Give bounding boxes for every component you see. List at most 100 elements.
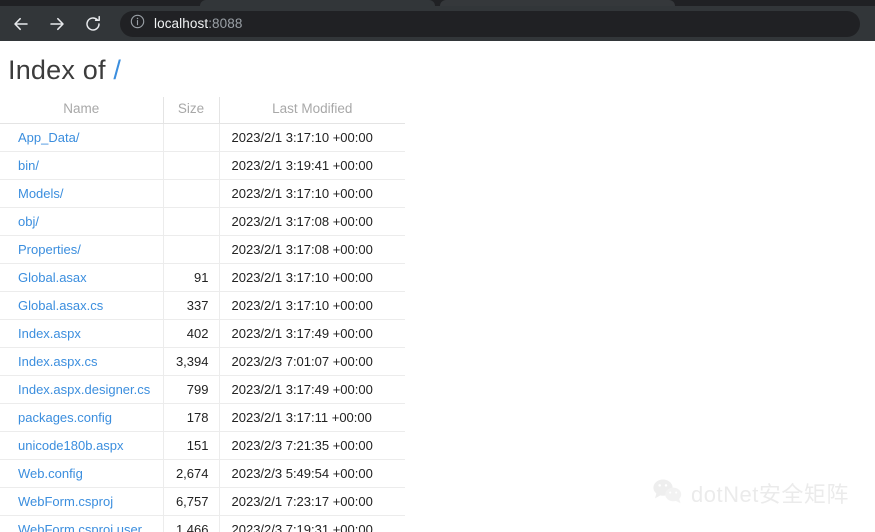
cell-last-modified: 2023/2/1 3:17:08 +00:00 [219, 235, 405, 264]
directory-listing-body: App_Data/2023/2/1 3:17:10 +00:00 bin/2023… [0, 123, 405, 532]
address-bar-text: localhost:8088 [154, 16, 242, 31]
cell-name: WebForm.csproj.user [0, 515, 164, 532]
root-directory-link[interactable]: / [113, 55, 121, 85]
cell-name: Global.asax.cs [0, 291, 164, 320]
file-link[interactable]: Properties/ [18, 242, 81, 257]
file-link[interactable]: WebForm.csproj [18, 494, 113, 509]
cell-last-modified: 2023/2/1 3:17:08 +00:00 [219, 207, 405, 236]
cell-size: 151 [163, 431, 220, 460]
cell-last-modified: 2023/2/1 3:17:10 +00:00 [219, 291, 405, 320]
cell-last-modified: 2023/2/3 7:01:07 +00:00 [219, 347, 405, 376]
cell-name: unicode180b.aspx [0, 431, 164, 460]
cell-size: 6,757 [163, 487, 220, 516]
file-link[interactable]: Web.config [18, 466, 83, 481]
page-title-prefix: Index of [8, 55, 114, 85]
table-header-row: Name Size Last Modified [0, 97, 405, 124]
reload-button[interactable] [78, 9, 108, 39]
table-row: Global.asax.cs 337 2023/2/1 3:17:10 +00:00 [0, 291, 405, 320]
forward-arrow-icon [48, 15, 66, 33]
cell-size: 2,674 [163, 459, 220, 488]
cell-name: Models/ [0, 179, 164, 208]
table-row: Web.config 2,674 2023/2/3 5:49:54 +00:00 [0, 459, 405, 488]
cell-last-modified: 2023/2/3 5:49:54 +00:00 [219, 459, 405, 488]
reload-icon [84, 15, 102, 33]
file-link[interactable]: packages.config [18, 410, 112, 425]
file-link[interactable]: unicode180b.aspx [18, 438, 124, 453]
cell-name: Index.aspx.cs [0, 347, 164, 376]
cell-size: 178 [163, 403, 220, 432]
file-link[interactable]: Global.asax [18, 270, 87, 285]
file-link[interactable]: App_Data/ [18, 130, 79, 145]
cell-name: obj/ [0, 207, 164, 236]
cell-last-modified: 2023/2/1 3:19:41 +00:00 [219, 151, 405, 180]
url-port: :8088 [208, 16, 243, 31]
address-bar[interactable]: localhost:8088 [120, 10, 860, 37]
cell-size: 337 [163, 291, 220, 320]
cell-name: Index.aspx [0, 319, 164, 348]
file-link[interactable]: bin/ [18, 158, 39, 173]
cell-name: Web.config [0, 459, 164, 488]
cell-size: 1,466 [163, 515, 220, 532]
cell-last-modified: 2023/2/1 3:17:10 +00:00 [219, 263, 405, 292]
table-row: bin/2023/2/1 3:19:41 +00:00 [0, 151, 405, 180]
cell-size [163, 123, 220, 152]
cell-size: 799 [163, 375, 220, 404]
cell-size [163, 207, 220, 236]
cell-last-modified: 2023/2/1 3:17:49 +00:00 [219, 375, 405, 404]
table-row: Models/2023/2/1 3:17:10 +00:00 [0, 179, 405, 208]
info-circle-icon[interactable] [130, 14, 145, 34]
cell-size: 91 [163, 263, 220, 292]
cell-size [163, 179, 220, 208]
cell-last-modified: 2023/2/1 7:23:17 +00:00 [219, 487, 405, 516]
table-row: WebForm.csproj 6,757 2023/2/1 7:23:17 +00:… [0, 487, 405, 516]
table-row: WebForm.csproj.user 1,466 2023/2/3 7:19:31… [0, 515, 405, 532]
watermark: dotNet安全矩阵 [652, 477, 849, 509]
back-arrow-icon [12, 15, 30, 33]
column-header-name[interactable]: Name [0, 97, 164, 124]
file-link[interactable]: obj/ [18, 214, 39, 229]
back-button[interactable] [6, 9, 36, 39]
page-title: Index of / [8, 55, 875, 86]
cell-last-modified: 2023/2/1 3:17:11 +00:00 [219, 403, 405, 432]
cell-last-modified: 2023/2/3 7:19:31 +00:00 [219, 515, 405, 532]
column-header-last-modified[interactable]: Last Modified [219, 97, 405, 124]
directory-listing-table: Name Size Last Modified App_Data/2023/2/… [0, 97, 405, 532]
file-link[interactable]: WebForm.csproj.user [18, 522, 142, 532]
cell-size [163, 151, 220, 180]
file-link[interactable]: Global.asax.cs [18, 298, 103, 313]
cell-name: bin/ [0, 151, 164, 180]
browser-toolbar: localhost:8088 [0, 6, 875, 41]
file-link[interactable]: Index.aspx [18, 326, 81, 341]
cell-last-modified: 2023/2/1 3:17:10 +00:00 [219, 123, 405, 152]
column-header-size[interactable]: Size [163, 97, 220, 124]
cell-last-modified: 2023/2/3 7:21:35 +00:00 [219, 431, 405, 460]
forward-button[interactable] [42, 9, 72, 39]
cell-name: Index.aspx.designer.cs [0, 375, 164, 404]
cell-size: 3,394 [163, 347, 220, 376]
cell-size: 402 [163, 319, 220, 348]
table-row: Index.aspx.cs 3,394 2023/2/3 7:01:07 +00:0… [0, 347, 405, 376]
cell-name: Global.asax [0, 263, 164, 292]
table-row: Global.asax 91 2023/2/1 3:17:10 +00:00 [0, 263, 405, 292]
cell-last-modified: 2023/2/1 3:17:49 +00:00 [219, 319, 405, 348]
table-row: packages.config 178 2023/2/1 3:17:11 +00:0… [0, 403, 405, 432]
table-row: App_Data/2023/2/1 3:17:10 +00:00 [0, 123, 405, 152]
cell-name: packages.config [0, 403, 164, 432]
table-row: Properties/2023/2/1 3:17:08 +00:00 [0, 235, 405, 264]
watermark-text: dotNet安全矩阵 [691, 482, 849, 507]
file-link[interactable]: Index.aspx.cs [18, 354, 98, 369]
cell-name: Properties/ [0, 235, 164, 264]
browser-chrome: localhost:8088 [0, 0, 875, 41]
file-link[interactable]: Index.aspx.designer.cs [18, 382, 150, 397]
table-row: Index.aspx 402 2023/2/1 3:17:49 +00:00 [0, 319, 405, 348]
cell-last-modified: 2023/2/1 3:17:10 +00:00 [219, 179, 405, 208]
table-row: unicode180b.aspx 151 2023/2/3 7:21:35 +00:… [0, 431, 405, 460]
file-link[interactable]: Models/ [18, 186, 64, 201]
wechat-logo-icon [652, 478, 682, 509]
cell-name: App_Data/ [0, 123, 164, 152]
cell-name: WebForm.csproj [0, 487, 164, 516]
cell-size [163, 235, 220, 264]
page-content: Index of / Name Size Last Modified App_D… [0, 41, 875, 532]
url-host: localhost [154, 16, 209, 31]
table-row: Index.aspx.designer.cs 799 2023/2/1 3:17:4… [0, 375, 405, 404]
